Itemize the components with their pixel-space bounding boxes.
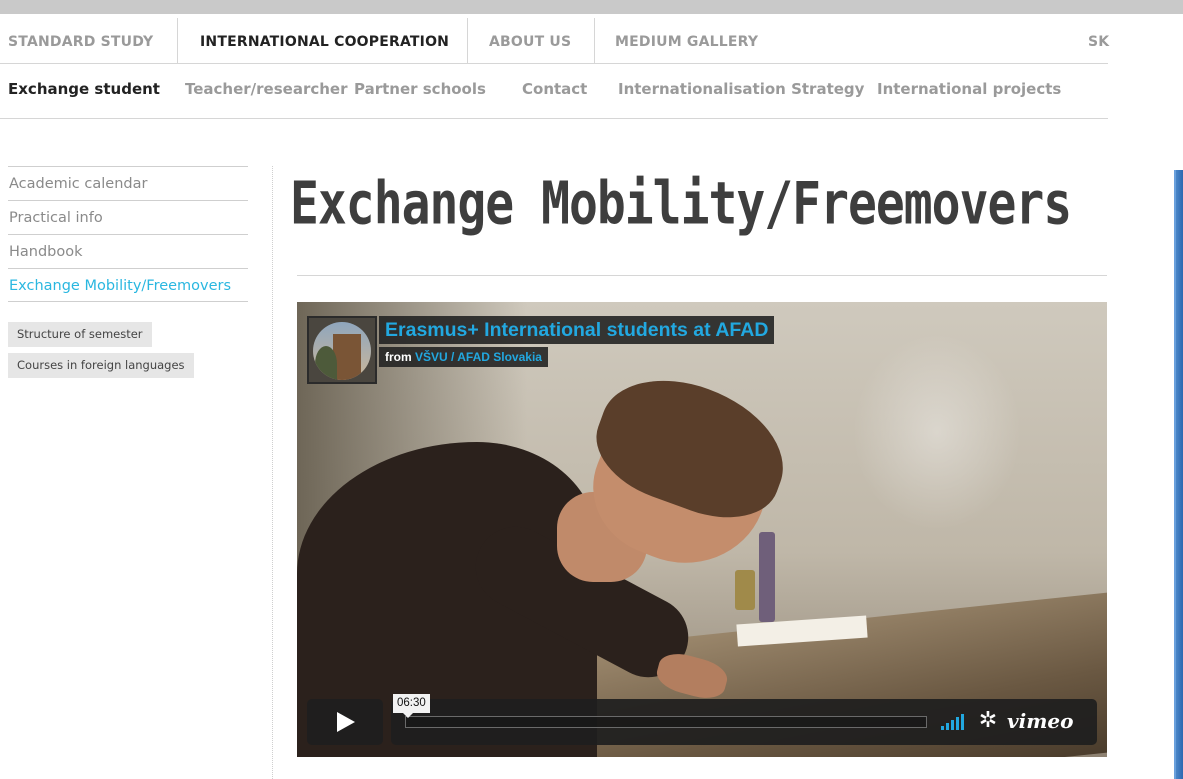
video-frame-bottle	[759, 532, 775, 622]
main-nav-separator	[594, 18, 595, 64]
title-divider	[297, 275, 1107, 276]
sidebar: Academic calendar Practical info Handboo…	[8, 166, 248, 378]
sub-nav-internationalisation-strategy[interactable]: Internationalisation Strategy	[618, 65, 864, 113]
video-control-bar: 06:30 ✲ vimeo	[391, 694, 1097, 745]
sidebar-button-courses-foreign-languages[interactable]: Courses in foreign languages	[8, 353, 194, 378]
video-byline: from VŠVU / AFAD Slovakia	[379, 347, 548, 367]
main-navigation: STANDARD STUDY INTERNATIONAL COOPERATION…	[0, 14, 1109, 64]
main-nav-separator	[177, 18, 178, 64]
volume-bar	[961, 714, 964, 730]
progress-track[interactable]: 06:30	[393, 694, 927, 728]
sidebar-link-practical-info[interactable]: Practical info	[8, 200, 248, 234]
gear-icon[interactable]: ✲	[975, 708, 1001, 734]
sub-nav-partner-schools[interactable]: Partner schools	[354, 65, 486, 113]
duration-tooltip: 06:30	[393, 694, 430, 718]
video-owner-link[interactable]: VŠVU / AFAD Slovakia	[415, 350, 542, 364]
sidebar-link-academic-calendar[interactable]: Academic calendar	[8, 166, 248, 200]
channel-avatar[interactable]	[307, 316, 377, 384]
sub-navigation: Exchange student Teacher/researcher Part…	[0, 65, 1108, 119]
video-frame-jar	[735, 570, 755, 610]
volume-bar	[941, 726, 944, 730]
play-icon	[337, 712, 355, 732]
browser-top-strip	[0, 0, 1183, 14]
main-nav-international-cooperation[interactable]: INTERNATIONAL COOPERATION	[200, 14, 449, 64]
vimeo-logo[interactable]: vimeo	[1007, 699, 1073, 745]
volume-bar	[946, 723, 949, 730]
channel-avatar-tree	[315, 346, 337, 380]
volume-bar	[956, 717, 959, 730]
video-controls: 06:30 ✲ vimeo	[307, 694, 1097, 745]
channel-avatar-image	[313, 322, 371, 380]
sidebar-link-handbook[interactable]: Handbook	[8, 234, 248, 268]
sub-nav-international-projects[interactable]: International projects	[877, 65, 1061, 113]
main-nav-medium-gallery[interactable]: MEDIUM GALLERY	[615, 14, 758, 64]
column-divider	[272, 166, 273, 779]
language-switch-sk[interactable]: SK	[1088, 14, 1109, 64]
page-title: Exchange Mobility/Freemovers	[290, 170, 1072, 239]
video-byline-prefix: from	[385, 350, 412, 364]
volume-icon[interactable]	[941, 714, 967, 730]
sidebar-link-exchange-mobility[interactable]: Exchange Mobility/Freemovers	[8, 268, 248, 302]
main-nav-separator	[467, 18, 468, 64]
sidebar-button-structure-of-semester[interactable]: Structure of semester	[8, 322, 152, 347]
main-nav-about-us[interactable]: ABOUT US	[489, 14, 571, 64]
volume-bar	[951, 720, 954, 730]
sub-nav-contact[interactable]: Contact	[522, 65, 587, 113]
play-button[interactable]	[307, 699, 383, 745]
channel-avatar-building	[333, 334, 361, 380]
video-title-link[interactable]: Erasmus+ International students at AFAD	[379, 316, 775, 344]
main-nav-standard-study[interactable]: STANDARD STUDY	[8, 14, 153, 64]
sub-nav-exchange-student[interactable]: Exchange student	[8, 65, 160, 113]
video-player[interactable]: Erasmus+ International students at AFAD …	[297, 302, 1107, 757]
sub-nav-teacher-researcher[interactable]: Teacher/researcher	[185, 65, 348, 113]
right-edge-panel	[1174, 170, 1183, 779]
